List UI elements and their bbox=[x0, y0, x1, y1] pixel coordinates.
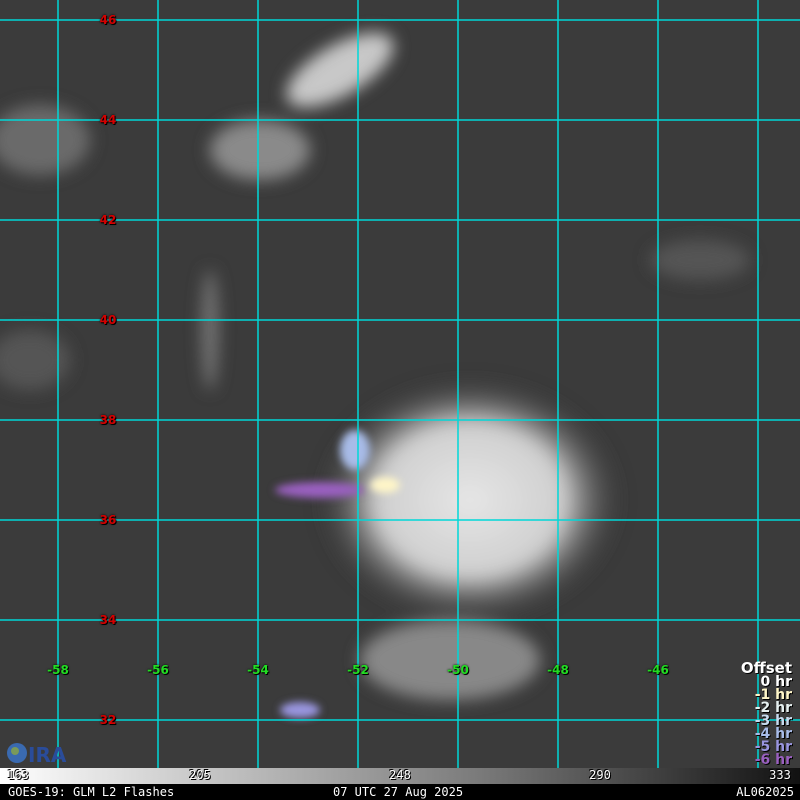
longitude-label: -46 bbox=[647, 663, 669, 677]
longitude-label: -58 bbox=[47, 663, 69, 677]
longitude-label: -50 bbox=[447, 663, 469, 677]
colorbar-tick: 290 bbox=[589, 768, 611, 782]
latitude-label: 46 bbox=[99, 13, 117, 27]
colorbar-tick: 163 bbox=[7, 768, 29, 782]
latitude-label: 42 bbox=[99, 213, 117, 227]
latitude-label: 44 bbox=[99, 113, 117, 127]
colorbar-tick: 333 bbox=[769, 768, 791, 782]
timestamp: 07 UTC 27 Aug 2025 bbox=[333, 785, 464, 799]
longitude-label: -56 bbox=[147, 663, 169, 677]
storm-id: AL062025 bbox=[736, 785, 794, 799]
satellite-imagery bbox=[0, 0, 800, 768]
footer: GOES-19: GLM L2 Flashes 07 UTC 27 Aug 20… bbox=[0, 784, 800, 800]
longitude-label: -52 bbox=[347, 663, 369, 677]
latitude-label: 32 bbox=[99, 713, 117, 727]
colorbar-tick: 205 bbox=[189, 768, 211, 782]
colorbar-tick: 248 bbox=[389, 768, 411, 782]
cira-logo: IRA bbox=[7, 743, 67, 766]
longitude-label: -54 bbox=[247, 663, 269, 677]
legend-item: -6 hr bbox=[754, 752, 792, 768]
longitude-label: -48 bbox=[547, 663, 569, 677]
svg-text:IRA: IRA bbox=[28, 743, 67, 766]
satellite-map: IRA Offset 0 hr -1 hr -2 hr -3 hr -4 hr -5 hr… bbox=[0, 0, 800, 800]
product-label: GOES-19: GLM L2 Flashes bbox=[8, 785, 175, 799]
latitude-label: 38 bbox=[99, 413, 117, 427]
latitude-label: 36 bbox=[99, 513, 117, 527]
latitude-label: 40 bbox=[99, 313, 117, 327]
latitude-label: 34 bbox=[99, 613, 117, 627]
offset-legend: Offset 0 hr -1 hr -2 hr -3 hr -4 hr -5 hr -6 h… bbox=[741, 661, 792, 768]
